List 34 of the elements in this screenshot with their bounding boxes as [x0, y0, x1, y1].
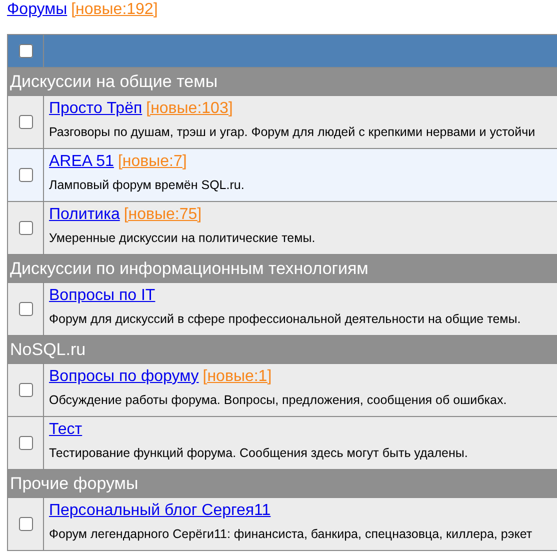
section-header: Дискуссии по информационным технологиям: [8, 255, 557, 283]
section-header: NoSQL.ru: [8, 336, 557, 364]
forum-row[interactable]: Вопросы по IT Форум для дискуссий в сфере профессиональной деятельности на общие темы.: [8, 283, 557, 336]
forum-link[interactable]: Вопросы по IT: [49, 286, 156, 306]
forum-description: Обсуждение работы форума. Вопросы, предложения, сообщения об ошибках.: [49, 392, 507, 408]
forum-link[interactable]: Тест: [49, 420, 82, 440]
forum-row[interactable]: AREA 51 [новые:7] Ламповый форум времён SQL.ru.: [8, 149, 557, 202]
select-all-checkbox[interactable]: [18, 44, 32, 58]
forum-link[interactable]: Персональный блог Сергея11: [49, 501, 271, 521]
forum-row[interactable]: Тест Тестирование функций форума. Сообщения здесь могут быть удалены.: [8, 417, 557, 470]
section-header: Прочие форумы: [8, 470, 557, 498]
forum-checkbox[interactable]: [18, 221, 32, 235]
forum-checkbox[interactable]: [18, 302, 32, 316]
forum-description: Форум для дискуссий в сфере профессиональной деятельности на общие темы.: [49, 311, 521, 327]
forum-row[interactable]: Персональный блог Сергея11 Форум легендарного Серёги11: финансиста, банкира, спецназовца, киллера, рэкет: [8, 498, 557, 551]
forum-link[interactable]: Политика: [49, 205, 120, 225]
section-header: Дискуссии на общие темы: [8, 68, 557, 96]
forum-checkbox[interactable]: [18, 115, 32, 129]
forum-link[interactable]: Просто Трёп: [49, 99, 142, 119]
forums-link[interactable]: Форумы: [7, 0, 68, 20]
forum-description: Тестирование функций форума. Сообщения здесь могут быть удалены.: [49, 445, 468, 461]
forum-link[interactable]: Вопросы по форуму: [49, 367, 199, 387]
forum-checkbox[interactable]: [18, 517, 32, 531]
forum-row[interactable]: Вопросы по форуму [новые:1] Обсуждение работы форума. Вопросы, предложения, сообщения об ошибках.: [8, 364, 557, 417]
forum-checkbox[interactable]: [18, 168, 32, 182]
forum-checkbox[interactable]: [18, 383, 32, 397]
forum-row[interactable]: Политика [новые:75] Умеренные дискуссии на политические темы.: [8, 202, 557, 255]
forum-checkbox[interactable]: [18, 436, 32, 450]
forum-link[interactable]: AREA 51: [49, 152, 114, 172]
forum-row[interactable]: Просто Трёп [новые:103] Разговоры по душам, трэш и угар. Форум для людей с крепкими нервами и устойчи: [8, 96, 557, 149]
forum-description: Умеренные дискуссии на политические темы.: [49, 230, 316, 246]
forum-description: Разговоры по душам, трэш и угар. Форум для людей с крепкими нервами и устойчи: [49, 124, 536, 140]
forum-description: Ламповый форум времён SQL.ru.: [49, 177, 244, 193]
forum-description: Форум легендарного Серёги11: финансиста, банкира, спецназовца, киллера, рэкет: [49, 526, 532, 542]
